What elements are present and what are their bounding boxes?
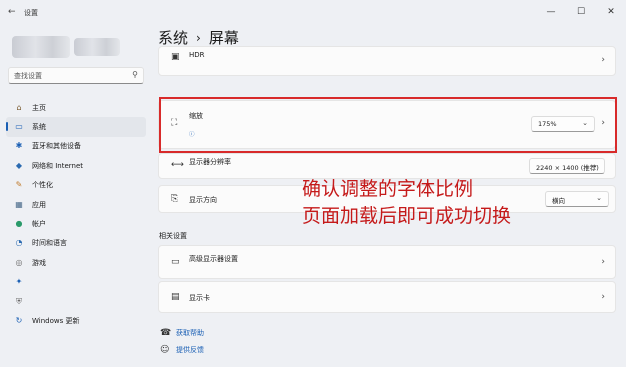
sidebar-item-label: 时间和语言 [32,239,67,248]
back-arrow-icon[interactable]: ← [8,7,20,17]
chevron-down-icon: ⌄ [596,194,602,202]
resolution-dropdown[interactable]: 2240 × 1400 (推荐) ⌄ [529,158,605,174]
feedback-link[interactable]: ☺ 提供反馈 [160,345,204,355]
resolution-title: 显示器分辨率 [189,158,231,166]
feedback-icon: ☺ [160,345,170,355]
sidebar-item[interactable]: ✱ 蓝牙和其他设备 [6,137,146,156]
update-icon: ↻ [15,315,23,325]
chevron-down-icon: ⌄ [592,161,598,169]
related-settings-label: 相关设置 [159,232,187,240]
annotation-line-2: 页面加载后即可成功切换 [302,205,512,227]
sidebar-item[interactable]: ◆ 网络和 Internet [6,156,146,175]
help-link-text[interactable]: 获取帮助 [176,328,204,338]
resolution-icon: ⟷ [171,160,184,170]
hdr-card[interactable]: ▣ HDR › [158,46,616,76]
close-button[interactable]: ✕ [596,0,626,24]
game-icon: ◎ [15,257,23,267]
network-icon: ◆ [15,160,23,170]
sidebar-item[interactable]: ⌂ 主页 [6,98,146,117]
sidebar-item-label: 主页 [32,103,46,112]
orientation-value: 横向 [552,197,565,205]
chevron-right-icon: › [601,55,605,65]
orientation-dropdown[interactable]: 横向 ⌄ [545,191,609,207]
account-icon: ● [15,219,23,229]
brush-icon: ✎ [15,180,23,190]
sidebar-item-label: 系统 [32,123,46,132]
maximize-button[interactable]: ☐ [566,0,596,24]
sidebar-item-label: 应用 [32,200,46,209]
sidebar-item-label: 帐户 [32,220,46,229]
sidebar-item-label: 个性化 [32,181,53,190]
sidebar-item[interactable]: ◔ 时间和语言 [6,234,146,253]
highlight-box [159,97,617,153]
shield-icon: ⛨ [16,296,22,306]
search-placeholder: 查找设置 [14,72,42,80]
graphics-title: 显示卡 [189,294,210,302]
sidebar-item-label: 游戏 [32,258,46,267]
sidebar: 查找设置 ⚲ ⌂ 主页 ▭ 系统 ✱ 蓝牙和其他设备 ◆ 网络和 Internet ✎ 个性化 ▦ 应… [0,24,150,367]
monitor-icon: ▭ [171,257,180,267]
annotation-line-1: 确认调整的字体比例 [302,178,474,200]
advanced-display-card[interactable]: ▭ 高级显示器设置 › [158,245,616,279]
chevron-right-icon: › [601,292,605,302]
page-title: 屏幕 [208,29,239,47]
clock-icon: ◔ [15,238,23,248]
minimize-button[interactable]: — [536,0,566,24]
sidebar-item[interactable]: ▦ 应用 [6,195,146,214]
avatar[interactable] [12,36,70,58]
graphics-icon: ▤ [171,292,180,302]
sidebar-item[interactable]: ✎ 个性化 [6,176,146,195]
system-icon: ▭ [15,122,23,132]
hdr-title: HDR [189,51,205,59]
resolution-value: 2240 × 1400 (推荐) [536,164,599,172]
window-controls: — ☐ ✕ [536,0,626,24]
sidebar-item-label: 蓝牙和其他设备 [32,142,81,151]
chevron-right-icon: › [196,30,201,45]
search-input[interactable]: 查找设置 ⚲ [8,67,144,84]
sidebar-item[interactable]: ↻ Windows 更新 [6,311,146,330]
hdr-icon: ▣ [171,52,180,62]
sidebar-item-label: 网络和 Internet [32,161,84,170]
advanced-display-title: 高级显示器设置 [189,255,238,263]
home-icon: ⌂ [16,102,22,112]
account-name [74,38,120,56]
sidebar-item-label: Windows 更新 [32,316,80,325]
search-icon: ⚲ [132,70,138,79]
breadcrumb-parent[interactable]: 系统 [158,27,188,48]
sidebar-item[interactable]: ● 帐户 [6,214,146,233]
sidebar-item[interactable]: ✦ [6,273,146,292]
graphics-card[interactable]: ▤ 显示卡 › [158,281,616,313]
apps-icon: ▦ [15,199,23,209]
help-icon: ☎ [160,328,172,338]
sidebar-nav: ⌂ 主页 ▭ 系统 ✱ 蓝牙和其他设备 ◆ 网络和 Internet ✎ 个性化 ▦ 应用 ● 帐户 ◔ 时间… [6,98,146,331]
feedback-link-text[interactable]: 提供反馈 [176,345,204,355]
orientation-icon: ⎘ [171,194,179,204]
chevron-right-icon: › [601,257,605,267]
bluetooth-icon: ✱ [15,141,23,151]
breadcrumb: 系统 › 屏幕 [158,27,239,48]
help-link[interactable]: ☎ 获取帮助 [160,328,204,338]
sidebar-item[interactable]: ▭ 系统 [6,117,146,137]
sidebar-item[interactable]: ⛨ [6,292,146,311]
sidebar-item[interactable]: ◎ 游戏 [6,253,146,272]
app-title: 设置 [24,9,38,17]
title-bar: ← 设置 — ☐ ✕ [0,0,626,24]
orientation-title: 显示方向 [189,196,217,204]
accessibility-icon: ✦ [15,277,23,287]
